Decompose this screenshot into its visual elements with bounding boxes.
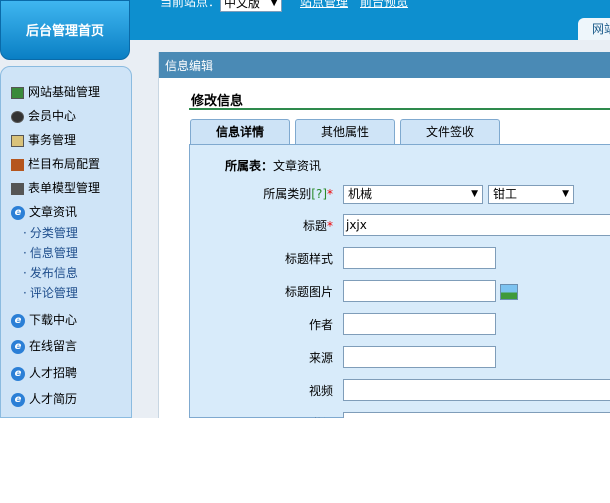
chevron-down-icon: ▼ [270, 0, 278, 8]
image-picker-icon[interactable] [500, 284, 518, 300]
site-select[interactable]: 中文版 ▼ [220, 0, 282, 12]
sidebar-item-tasks[interactable]: 事务管理 [11, 130, 76, 150]
info-edit-panel: 信息编辑 修改信息 信息详情 其他属性 文件签收 所属表：文章资讯 所属类别[?… [158, 52, 610, 418]
site-management-link[interactable]: 站点管理 [300, 0, 348, 10]
tab-info-details[interactable]: 信息详情 [190, 119, 290, 144]
sidebar-item-form-models[interactable]: 表单模型管理 [11, 178, 100, 198]
ie-icon: e [11, 339, 25, 354]
category-select-primary[interactable]: 机械 ▼ [343, 185, 483, 204]
sidebar-subitem-info-management[interactable]: 信息管理 [23, 244, 78, 262]
info-form: 所属表：文章资讯 所属类别[?]* 机械 ▼ 钳工 ▼ 标题* jxjx 标题样式 … [189, 144, 610, 418]
ie-icon: e [11, 205, 25, 220]
sidebar-subitem-publish[interactable]: 发布信息 [23, 264, 78, 282]
tab-file-signoff[interactable]: 文件签收 [400, 119, 500, 144]
section-title: 修改信息 [191, 94, 244, 109]
sidebar-subitem-comments[interactable]: 评论管理 [23, 284, 78, 302]
current-site-label: 当前站点： [160, 0, 221, 9]
title-image-input[interactable] [343, 280, 496, 302]
source-input[interactable] [343, 346, 496, 368]
attachment-input[interactable] [343, 412, 610, 418]
tab-website[interactable]: 网站 [578, 18, 610, 40]
title-style-input[interactable] [343, 247, 496, 269]
source-label: 来源 [308, 351, 333, 365]
title-label: 标题* [302, 219, 333, 233]
ie-icon: e [11, 392, 25, 407]
ie-icon: e [11, 313, 25, 328]
category-select-secondary[interactable]: 钳工 ▼ [488, 185, 574, 204]
sidebar-item-downloads[interactable]: e 下载中心 [11, 310, 77, 330]
panel-title: 信息编辑 [159, 52, 610, 78]
site-settings-icon [11, 86, 24, 99]
sidebar-item-site-basics[interactable]: 网站基础管理 [11, 82, 100, 102]
form-model-icon [11, 182, 24, 195]
ie-icon: e [11, 366, 25, 381]
app-viewport: 当前站点： 中文版 ▼ 站点管理 前台预览 网站 后台管理首页 网站基础管理 会… [0, 0, 610, 418]
sidebar-splitter[interactable] [132, 40, 158, 418]
sidebar-item-guestbook[interactable]: e 在线留言 [11, 336, 77, 356]
sidebar-item-recruitment[interactable]: e 人才招聘 [11, 363, 77, 383]
table-info: 所属表：文章资讯 [225, 159, 322, 173]
sidebar-subitem-categories[interactable]: 分类管理 [23, 224, 78, 242]
admin-home-button[interactable]: 后台管理首页 [0, 0, 130, 60]
video-input[interactable] [343, 379, 610, 401]
help-link[interactable]: [?] [311, 187, 327, 201]
chevron-down-icon: ▼ [562, 189, 569, 199]
attachment-label: 附件 [309, 415, 333, 418]
sidebar-item-articles[interactable]: e 文章资讯 [11, 202, 77, 222]
title-input[interactable]: jxjx [343, 214, 610, 236]
tab-other-properties[interactable]: 其他属性 [295, 119, 395, 144]
sidebar-item-members[interactable]: 会员中心 [11, 106, 76, 126]
title-image-label: 标题图片 [284, 285, 333, 299]
tools-icon [11, 158, 24, 171]
video-label: 视频 [308, 384, 333, 398]
chevron-down-icon: ▼ [471, 189, 478, 199]
author-input[interactable] [343, 313, 496, 335]
title-style-label: 标题样式 [284, 252, 333, 266]
sidebar: 网站基础管理 会员中心 事务管理 栏目布局配置 表单模型管理 e文章资讯 分类管… [0, 66, 132, 418]
sidebar-item-layout[interactable]: 栏目布局配置 [11, 154, 100, 174]
members-icon [11, 110, 24, 123]
section-divider [189, 108, 610, 110]
tasks-icon [11, 134, 24, 147]
sidebar-item-resumes[interactable]: e 人才简历 [11, 389, 77, 409]
category-label: 所属类别[?]* [263, 187, 333, 201]
front-preview-link[interactable]: 前台预览 [360, 0, 408, 10]
author-label: 作者 [308, 318, 333, 332]
